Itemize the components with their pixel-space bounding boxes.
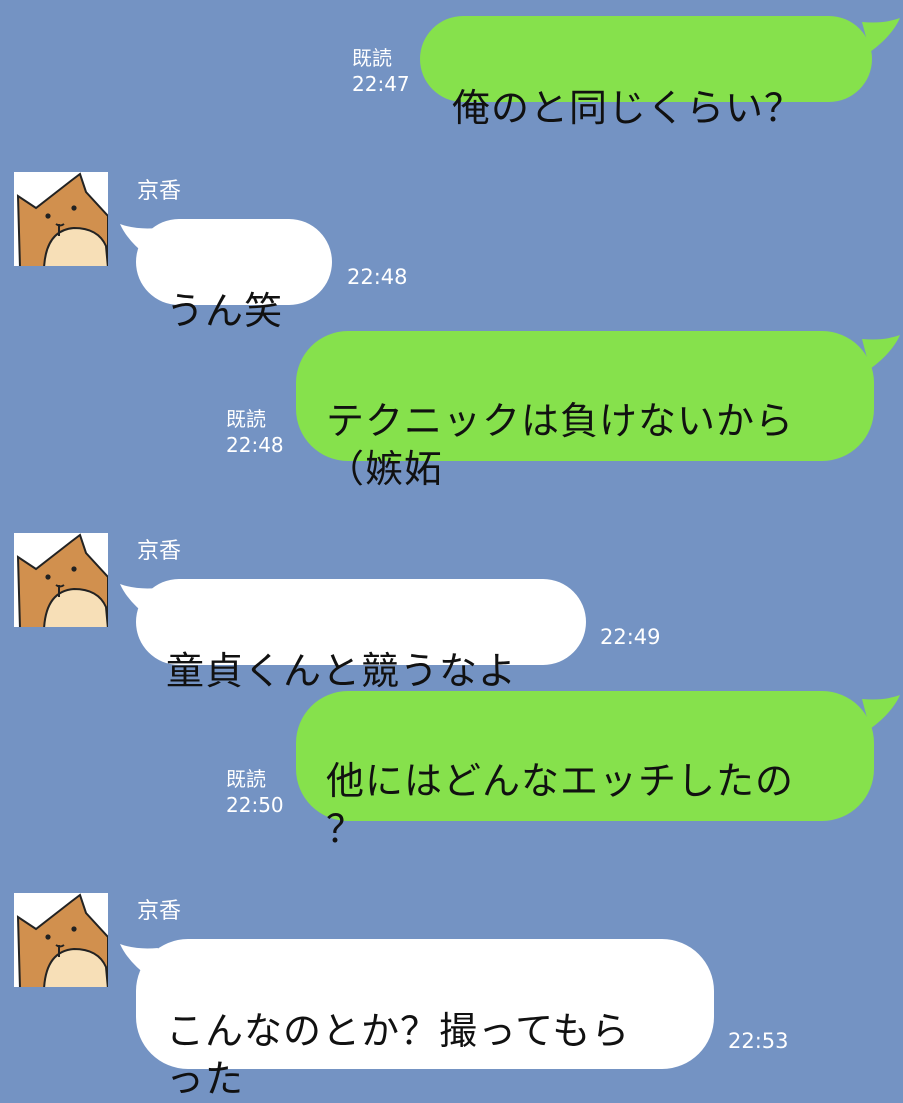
message-text: 俺のと同じくらい？ bbox=[452, 86, 804, 130]
sender-name: 京香 bbox=[137, 179, 182, 204]
read-receipt: 既読 22:48 bbox=[226, 406, 284, 458]
message-text: こんなのとか？撮ってもら った bbox=[166, 1009, 631, 1101]
message-time: 22:48 bbox=[347, 265, 408, 289]
bubble-tail-icon bbox=[862, 18, 900, 52]
shiba-dog-avatar-icon bbox=[14, 893, 108, 987]
message-text: 童貞くんと競うなよ bbox=[166, 649, 518, 693]
incoming-message-bubble[interactable]: 童貞くんと競うなよ bbox=[136, 579, 586, 693]
read-label: 既読 bbox=[226, 767, 266, 791]
outgoing-message-bubble[interactable]: 他にはどんなエッチしたの ？ bbox=[296, 691, 874, 851]
avatar[interactable] bbox=[14, 893, 108, 987]
sender-name: 京香 bbox=[137, 539, 182, 564]
incoming-message-bubble[interactable]: こんなのとか？撮ってもら った bbox=[136, 939, 714, 1101]
message-time: 22:48 bbox=[226, 433, 284, 457]
outgoing-message-bubble[interactable]: 俺のと同じくらい？ bbox=[420, 16, 872, 130]
shiba-dog-avatar-icon bbox=[14, 533, 108, 627]
read-label: 既読 bbox=[226, 407, 266, 431]
message-text: テクニックは負けないから （嫉妬 bbox=[326, 399, 795, 491]
read-receipt: 既読 22:47 bbox=[352, 45, 410, 97]
message-time: 22:47 bbox=[352, 72, 410, 96]
bubble-tail-icon bbox=[862, 695, 900, 729]
message-text: 他にはどんなエッチしたの ？ bbox=[326, 759, 795, 851]
sender-name: 京香 bbox=[137, 899, 182, 924]
outgoing-message-bubble[interactable]: テクニックは負けないから （嫉妬 bbox=[296, 331, 874, 491]
read-label: 既読 bbox=[352, 46, 392, 70]
avatar[interactable] bbox=[14, 533, 108, 627]
message-time: 22:50 bbox=[226, 793, 284, 817]
read-receipt: 既読 22:50 bbox=[226, 766, 284, 818]
message-time: 22:49 bbox=[600, 625, 661, 649]
avatar[interactable] bbox=[14, 172, 108, 266]
message-time: 22:53 bbox=[728, 1029, 789, 1053]
bubble-tail-icon bbox=[862, 335, 900, 369]
chat-thread[interactable]: 既読 22:47 俺のと同じくらい？ 京香 うん笑 22:48 既読 22:48… bbox=[0, 0, 903, 1101]
shiba-dog-avatar-icon bbox=[14, 172, 108, 266]
message-text: うん笑 bbox=[166, 289, 284, 333]
incoming-message-bubble[interactable]: うん笑 bbox=[136, 219, 332, 333]
